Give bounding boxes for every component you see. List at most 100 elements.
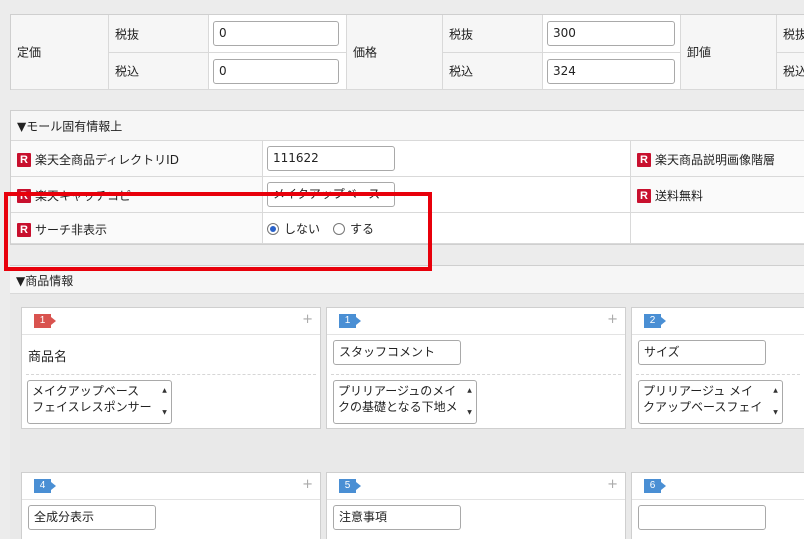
kakaku-zeinuki-label-cell: 税抜 bbox=[443, 15, 543, 53]
directory-id-input[interactable]: 111622 bbox=[267, 146, 395, 171]
mall-info-title: ▼モール固有情報上 bbox=[17, 119, 123, 133]
search-hidden-option-no[interactable]: しない bbox=[267, 220, 320, 237]
oroshine-zeinuki-label: 税抜 bbox=[783, 27, 804, 41]
search-hidden-option-no-label: しない bbox=[284, 222, 321, 236]
free-shipping-label-cell: R 送料無料 bbox=[631, 177, 804, 213]
mall-info-panel: ▼モール固有情報上 R 楽天全商品ディレクトリID 111622 R 楽天商品説… bbox=[10, 110, 804, 245]
radio-checked-icon[interactable] bbox=[267, 222, 279, 235]
product-info-title: ▼商品情報 bbox=[16, 274, 74, 288]
card-header: 6 bbox=[632, 473, 804, 500]
product-card-2: 1 + スタッフコメント プリリアージュのメイ クの基礎となる下地メ ▲ ▼ bbox=[326, 307, 626, 429]
badge-flag-icon: 6 bbox=[644, 479, 666, 493]
directory-id-label-cell: R 楽天全商品ディレクトリID bbox=[11, 141, 263, 177]
teika-zeikomi-cell: 0 bbox=[209, 53, 347, 90]
textarea-line: クの基礎となる下地メ bbox=[338, 400, 458, 414]
image-hierarchy-label-cell: R 楽天商品説明画像階層 bbox=[631, 141, 804, 177]
teika-zeinuki-cell: 0 bbox=[209, 15, 347, 53]
catch-copy-label-cell: R 楽天キャッチコピ bbox=[11, 177, 263, 213]
rakuten-icon: R bbox=[17, 222, 31, 237]
textarea-line: クアップベースフェイ bbox=[643, 400, 763, 414]
scroll-up-icon[interactable]: ▲ bbox=[464, 383, 475, 399]
radio-unchecked-icon[interactable] bbox=[333, 222, 345, 235]
card-header: 4 + bbox=[22, 473, 320, 500]
teika-zeikomi-label: 税込 bbox=[115, 64, 140, 79]
kakaku-zeinuki-input[interactable]: 300 bbox=[547, 21, 675, 46]
size-textarea[interactable]: プリリアージュ メイ クアップベースフェイ ▲ ▼ bbox=[638, 380, 783, 424]
search-hidden-label: サーチ非表示 bbox=[35, 223, 108, 237]
price-table: 定価 税抜 税込 0 0 価格 税抜 税込 300 324 卸値 税抜 税込 bbox=[10, 14, 804, 90]
kakaku-zeikomi-cell: 324 bbox=[543, 53, 681, 90]
rakuten-icon: R bbox=[637, 188, 651, 203]
rakuten-icon: R bbox=[637, 152, 651, 167]
free-shipping-label-wrap: R 送料無料 bbox=[637, 187, 703, 204]
scroll-up-icon[interactable]: ▲ bbox=[159, 383, 170, 399]
product-card-5: 5 + 注意事項 bbox=[326, 472, 626, 539]
textarea-line: プリリアージュのメイ bbox=[338, 384, 457, 398]
oroshine-zeinuki-label-cell: 税抜 bbox=[777, 15, 804, 53]
dashed-divider bbox=[636, 374, 800, 375]
scroll-up-icon[interactable]: ▲ bbox=[770, 383, 781, 399]
mall-info-header[interactable]: ▼モール固有情報上 bbox=[11, 111, 804, 141]
teika-label: 定価 bbox=[17, 45, 42, 60]
textarea-scrollbar[interactable]: ▲ ▼ bbox=[770, 382, 781, 422]
product-info-header[interactable]: ▼商品情報 bbox=[10, 266, 804, 294]
free-shipping-label: 送料無料 bbox=[655, 189, 704, 203]
plus-icon[interactable]: + bbox=[607, 312, 618, 327]
oroshine-label-cell: 卸値 bbox=[681, 15, 777, 90]
product-card-3: 2 サイズ プリリアージュ メイ クアップベースフェイ ▲ ▼ bbox=[631, 307, 804, 429]
kakaku-zeinuki-label: 税抜 bbox=[449, 27, 474, 41]
product-name-label: 商品名 bbox=[28, 350, 68, 365]
textarea-scrollbar[interactable]: ▲ ▼ bbox=[159, 382, 170, 422]
rakuten-icon: R bbox=[17, 152, 31, 167]
plus-icon[interactable]: + bbox=[607, 477, 618, 492]
staff-comment-field[interactable]: スタッフコメント bbox=[333, 340, 461, 365]
kakaku-zeikomi-label-cell: 税込 bbox=[443, 53, 543, 90]
size-field[interactable]: サイズ bbox=[638, 340, 766, 365]
card-header: 1 + bbox=[22, 308, 320, 335]
card-header: 5 + bbox=[327, 473, 625, 500]
scroll-down-icon[interactable]: ▼ bbox=[464, 405, 475, 421]
oroshine-label: 卸値 bbox=[687, 45, 712, 60]
badge-flag-icon: 1 bbox=[34, 314, 56, 328]
catch-copy-label-wrap: R 楽天キャッチコピ bbox=[17, 187, 131, 204]
kakaku-zeikomi-input[interactable]: 324 bbox=[547, 59, 675, 84]
teika-zeinuki-input[interactable]: 0 bbox=[213, 21, 339, 46]
directory-id-label-wrap: R 楽天全商品ディレクトリID bbox=[17, 151, 179, 168]
dashed-divider bbox=[26, 374, 316, 375]
search-hidden-options-cell: しない する bbox=[263, 213, 631, 244]
teika-label-cell: 定価 bbox=[11, 15, 109, 90]
textarea-scrollbar[interactable]: ▲ ▼ bbox=[464, 382, 475, 422]
oroshine-zeikomi-label-cell: 税込 bbox=[777, 53, 804, 90]
ingredients-field[interactable]: 全成分表示 bbox=[28, 505, 156, 530]
badge-flag-icon: 4 bbox=[34, 479, 56, 493]
oroshine-zeikomi-label: 税込 bbox=[783, 64, 804, 79]
teika-zeikomi-label-cell: 税込 bbox=[109, 53, 209, 90]
product-name-textarea[interactable]: メイクアップベース フェイスレスポンサー ▲ ▼ bbox=[27, 380, 172, 424]
search-hidden-option-yes-label: する bbox=[350, 222, 375, 236]
product-card-6: 6 bbox=[631, 472, 804, 539]
scroll-down-icon[interactable]: ▼ bbox=[159, 405, 170, 421]
product-card-4: 4 + 全成分表示 bbox=[21, 472, 321, 539]
caution-field[interactable]: 注意事項 bbox=[333, 505, 461, 530]
product-card-1: 1 + 商品名 メイクアップベース フェイスレスポンサー ▲ ▼ bbox=[21, 307, 321, 429]
teika-zeikomi-input[interactable]: 0 bbox=[213, 59, 339, 84]
plus-icon[interactable]: + bbox=[302, 477, 313, 492]
image-hierarchy-label-wrap: R 楽天商品説明画像階層 bbox=[637, 151, 775, 168]
directory-id-label: 楽天全商品ディレクトリID bbox=[35, 153, 179, 167]
empty-cell bbox=[631, 213, 804, 244]
image-hierarchy-label: 楽天商品説明画像階層 bbox=[655, 153, 776, 167]
kakaku-zeinuki-cell: 300 bbox=[543, 15, 681, 53]
staff-comment-textarea[interactable]: プリリアージュのメイ クの基礎となる下地メ ▲ ▼ bbox=[333, 380, 477, 424]
search-hidden-option-yes[interactable]: する bbox=[333, 220, 374, 237]
badge-flag-icon: 5 bbox=[339, 479, 361, 493]
teika-zeinuki-label-cell: 税抜 bbox=[109, 15, 209, 53]
catch-copy-input[interactable]: メイクアップベース bbox=[267, 182, 395, 207]
scroll-down-icon[interactable]: ▼ bbox=[770, 405, 781, 421]
empty-field[interactable] bbox=[638, 505, 766, 530]
search-hidden-label-wrap: R サーチ非表示 bbox=[17, 221, 107, 238]
teika-zeinuki-label: 税抜 bbox=[115, 27, 140, 41]
rakuten-icon: R bbox=[17, 188, 31, 203]
plus-icon[interactable]: + bbox=[302, 312, 313, 327]
badge-flag-icon: 1 bbox=[339, 314, 361, 328]
catch-copy-label: 楽天キャッチコピ bbox=[35, 189, 132, 203]
